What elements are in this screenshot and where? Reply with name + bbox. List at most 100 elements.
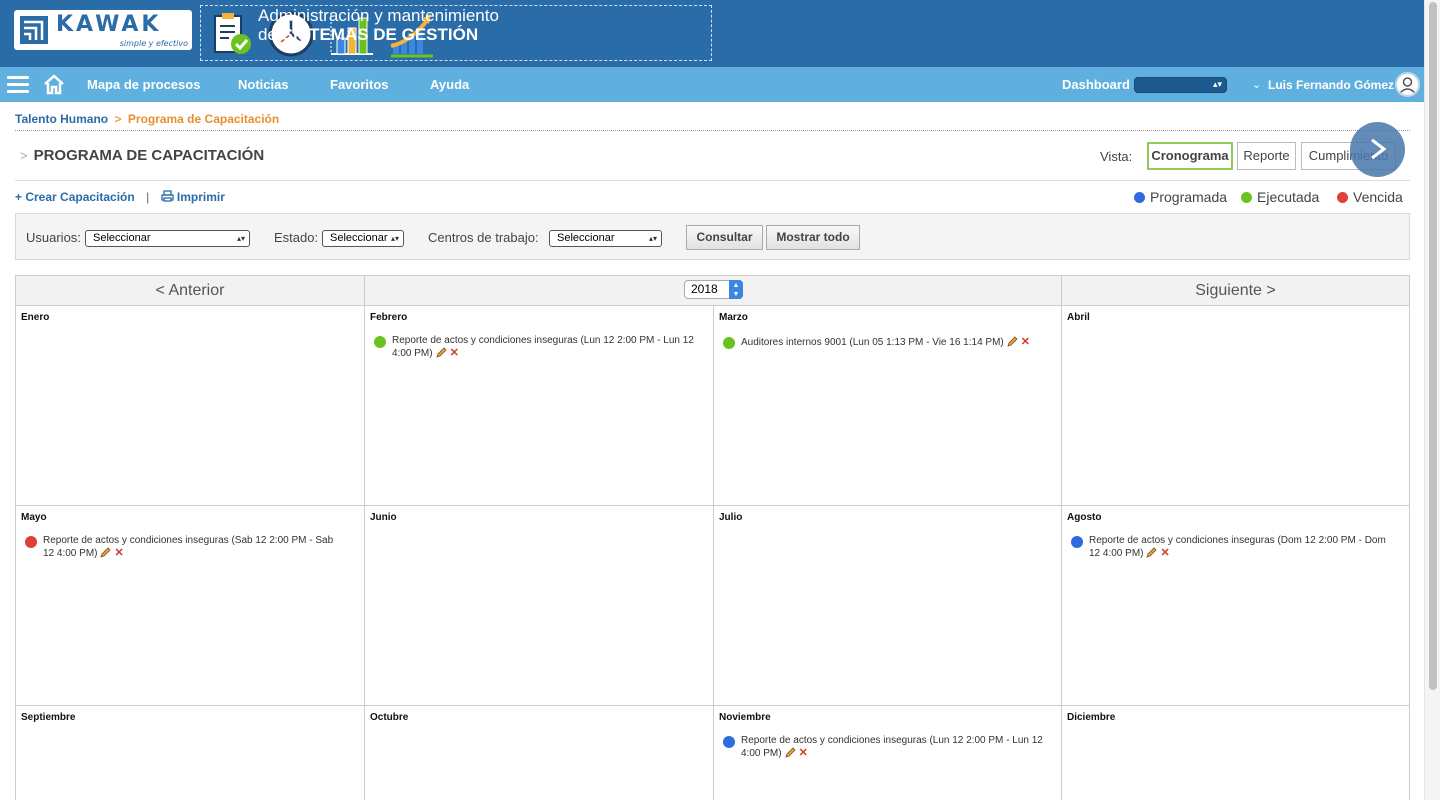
month-name: Marzo [719,312,748,323]
divider [15,180,1410,181]
user-menu-chevron-icon[interactable]: ⌄ [1252,78,1261,91]
event-item[interactable]: Reporte de actos y condiciones inseguras… [723,734,1043,760]
month-name: Enero [21,312,50,323]
banner-title-line1: Administración y mantenimiento [258,6,499,25]
edit-pencil-icon[interactable] [784,747,796,758]
edit-pencil-icon[interactable] [1146,547,1158,558]
prev-year-button[interactable]: < Anterior [16,276,365,305]
page-title-text: PROGRAMA DE CAPACITACIÓN [33,147,265,164]
nav-mapa-procesos[interactable]: Mapa de procesos [87,77,200,92]
breadcrumb-current: Programa de Capacitación [127,112,280,126]
next-year-button[interactable]: Siguiente > [1062,276,1409,305]
legend-programada-label: Programada [1150,189,1228,205]
estado-select[interactable]: Seleccionar ▴▾ [322,230,404,247]
legend-ejecutada-label: Ejecutada [1257,189,1320,205]
calendar-grid: Enero Febrero Reporte de actos y condici… [15,306,1410,800]
nav-favoritos[interactable]: Favoritos [330,77,389,92]
programada-dot-icon [723,736,735,748]
legend-vencida: Vencida [1337,189,1403,205]
banner-title-bold: SISTEMAS DE GESTIÓN [281,25,479,44]
delete-x-icon[interactable]: ✕ [799,747,808,759]
select-arrows-icon: ▴▾ [390,234,399,243]
event-text[interactable]: Reporte de actos y condiciones inseguras… [43,535,333,559]
view-cronograma-button[interactable]: Cronograma [1147,142,1233,170]
legend-ejecutada: Ejecutada [1241,189,1319,205]
breadcrumb-talento-humano[interactable]: Talento Humano [15,112,108,126]
home-icon[interactable] [43,73,65,95]
user-name[interactable]: Luis Fernando Gómez [1268,78,1394,92]
event-item[interactable]: Auditores internos 9001 (Lun 05 1:13 PM … [723,334,1053,351]
year-stepper-icon[interactable]: ▲ ▼ [729,280,743,299]
month-name: Octubre [370,712,409,723]
month-name: Mayo [21,512,47,523]
month-name: Agosto [1067,512,1102,523]
play-tutorial-button[interactable] [1350,122,1405,177]
ejecutada-dot-icon [723,337,735,349]
event-item[interactable]: Reporte de actos y condiciones inseguras… [1071,534,1391,560]
hamburger-menu-icon[interactable] [7,76,29,93]
month-cell-diciembre: Diciembre [1061,706,1410,800]
actions-bar: + Crear Capacitación | Imprimir [15,190,225,204]
programada-dot-icon [1071,536,1083,548]
filters-panel: Usuarios: Seleccionar ▴▾ Estado: Seleccio… [15,213,1410,260]
month-name: Febrero [370,312,408,323]
play-icon [1371,138,1387,160]
delete-x-icon[interactable]: ✕ [1160,547,1169,559]
vencida-dot-icon [1337,192,1348,203]
printer-icon[interactable] [160,190,174,202]
logo-text: KAWAK [56,12,162,37]
print-link[interactable]: Imprimir [177,190,225,204]
month-name: Julio [719,512,743,523]
centros-label: Centros de trabajo: [428,230,539,245]
legend-programada: Programada [1134,189,1227,205]
event-item[interactable]: Reporte de actos y condiciones inseguras… [374,334,694,360]
delete-x-icon[interactable]: ✕ [1021,336,1030,348]
centros-select-value: Seleccionar [557,232,615,244]
month-cell-julio: Julio [713,506,1062,706]
create-capacitacion-link[interactable]: + Crear Capacitación [15,190,135,204]
title-chevron-icon: > [20,148,28,163]
year-select[interactable]: 2018 ▲ ▼ [684,280,743,299]
dashboard-select[interactable]: ▴▾ [1134,77,1227,93]
programada-dot-icon [1134,192,1145,203]
breadcrumb-separator: > [114,112,122,126]
vencida-dot-icon [25,536,37,548]
month-name: Diciembre [1067,712,1116,723]
dashboard-label: Dashboard [1062,77,1130,92]
edit-pencil-icon[interactable] [1007,336,1018,347]
edit-pencil-icon[interactable] [100,547,112,558]
kawak-logo[interactable]: KAWAK simple y efectivo [14,10,192,50]
event-text[interactable]: Reporte de actos y condiciones inseguras… [1089,535,1386,559]
nav-noticias[interactable]: Noticias [238,77,289,92]
edit-pencil-icon[interactable] [435,347,447,358]
divider [15,130,1410,131]
month-name: Abril [1067,312,1090,323]
nav-ayuda[interactable]: Ayuda [430,77,469,92]
select-arrows-icon: ▴▾ [648,234,657,243]
centros-select[interactable]: Seleccionar ▴▾ [549,230,662,247]
logo-mark-icon [20,16,48,44]
month-name: Junio [370,512,397,523]
event-text[interactable]: Auditores internos 9001 (Lun 05 1:13 PM … [741,337,1004,348]
delete-x-icon[interactable]: ✕ [114,547,123,559]
top-banner: KAWAK simple y efectivo Administración y… [0,0,1424,67]
mostrar-todo-button[interactable]: Mostrar todo [766,225,860,250]
month-cell-noviembre: Noviembre Reporte de actos y condiciones… [713,706,1062,800]
estado-select-value: Seleccionar [330,232,388,244]
actions-separator: | [146,190,150,204]
vertical-scrollbar[interactable] [1424,0,1440,800]
event-item[interactable]: Reporte de actos y condiciones inseguras… [25,534,345,560]
banner-title-prefix: de [258,25,277,44]
month-cell-mayo: Mayo Reporte de actos y condiciones inse… [15,506,365,706]
delete-x-icon[interactable]: ✕ [450,347,459,359]
consultar-button[interactable]: Consultar [686,225,763,250]
user-avatar-icon[interactable] [1395,72,1420,97]
usuarios-select[interactable]: Seleccionar ▴▾ [85,230,250,247]
vista-label: Vista: [1100,149,1133,164]
select-arrows-icon: ▴▾ [1212,80,1222,90]
legend-vencida-label: Vencida [1353,189,1403,205]
month-cell-septiembre: Septiembre [15,706,365,800]
month-cell-enero: Enero [15,306,365,506]
view-reporte-button[interactable]: Reporte [1237,142,1296,170]
scrollbar-thumb[interactable] [1429,2,1437,690]
